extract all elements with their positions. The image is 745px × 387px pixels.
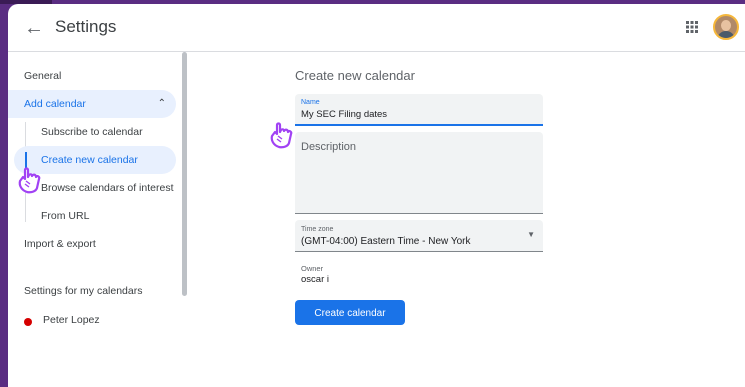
description-label: Description xyxy=(301,141,357,153)
name-field[interactable]: Name My SEC Filing dates xyxy=(295,94,543,126)
timezone-label: Time zone xyxy=(301,226,334,233)
description-field[interactable]: Description xyxy=(295,132,543,214)
sidebar-item-general[interactable]: General xyxy=(24,62,61,90)
top-bar: ← Settings xyxy=(8,4,745,52)
section-heading: Create new calendar xyxy=(295,68,415,83)
sidebar-item-label: Add calendar xyxy=(24,98,86,110)
chevron-up-icon: ⌃ xyxy=(157,98,166,109)
sidebar-item-browse[interactable]: Browse calendars of interest xyxy=(41,174,173,202)
avatar[interactable] xyxy=(713,14,739,40)
timezone-select[interactable]: Time zone (GMT-04:00) Eastern Time - New… xyxy=(295,220,543,252)
app-window: ← Settings General Add calendar ⌃ Subscr… xyxy=(8,4,745,387)
hand-pointer-icon xyxy=(18,167,41,194)
calendar-color-dot xyxy=(24,318,32,326)
apps-grid-icon[interactable] xyxy=(685,20,699,34)
sidebar-scrollbar[interactable] xyxy=(182,52,187,296)
sidebar-item-import-export[interactable]: Import & export xyxy=(24,230,96,258)
name-value: My SEC Filing dates xyxy=(301,109,388,120)
owner-label: Owner xyxy=(301,264,324,273)
sidebar-item-subscribe[interactable]: Subscribe to calendar xyxy=(41,118,143,146)
create-calendar-button[interactable]: Create calendar xyxy=(295,300,405,325)
owner-value: oscar i xyxy=(301,274,329,285)
sidebar-item-from-url[interactable]: From URL xyxy=(41,202,89,230)
back-arrow-icon[interactable]: ← xyxy=(22,16,46,40)
avatar-face xyxy=(721,20,731,31)
name-label: Name xyxy=(301,99,320,106)
hand-pointer-icon xyxy=(270,122,293,149)
window-corner-tab xyxy=(0,0,52,4)
page-title: Settings xyxy=(55,17,117,36)
sidebar-item-add-calendar[interactable]: Add calendar ⌃ xyxy=(8,90,176,118)
dropdown-caret-icon: ▼ xyxy=(527,230,535,239)
sidebar-item-calendar[interactable]: Peter Lopez xyxy=(43,306,100,334)
timezone-value: (GMT-04:00) Eastern Time - New York xyxy=(301,236,471,247)
avatar-body xyxy=(717,31,735,38)
sidebar-section-heading: Settings for my calendars xyxy=(24,285,143,297)
